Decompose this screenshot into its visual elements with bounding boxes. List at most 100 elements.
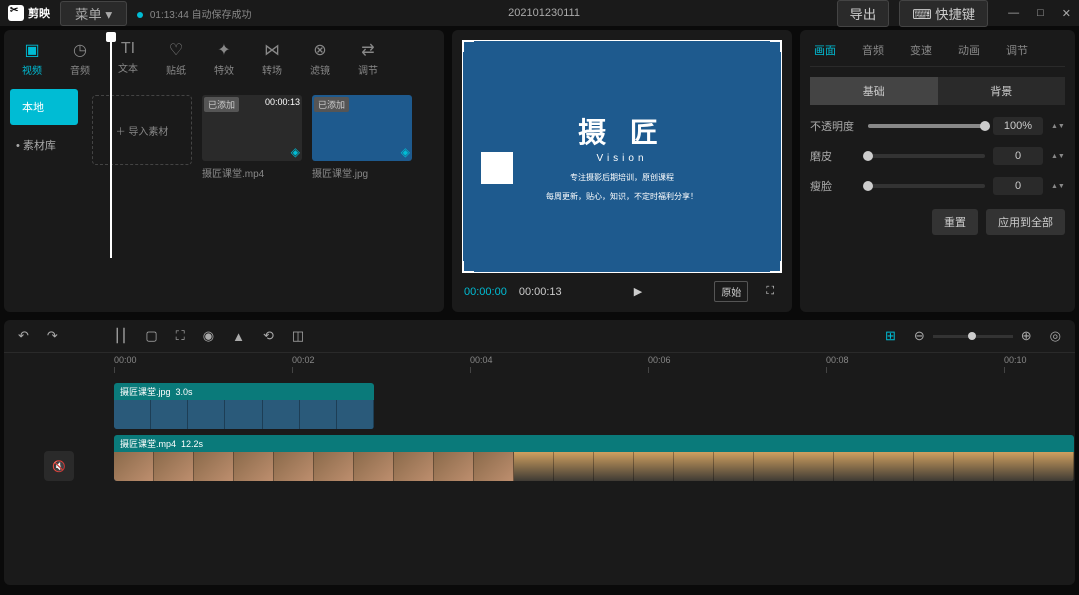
prop-tab-音频[interactable]: 音频 <box>858 40 888 60</box>
fit-icon[interactable]: ◎ <box>1050 328 1061 344</box>
subtab-background[interactable]: 背景 <box>938 77 1066 105</box>
tab-视频[interactable]: ▣视频 <box>14 36 50 81</box>
timeline-toolbar: ↶ ↷ ⎮⎮ ▢ ⛶ ◉ ▲ ⟲ ◫ ⊞ ⊖ ⊕ ◎ <box>4 320 1075 353</box>
property-subtabs: 基础 背景 <box>810 77 1065 105</box>
preview-controls: 00:00:00 00:00:13 ▶ 原始 ⛶ <box>462 273 782 302</box>
property-tabs: 画面音频变速动画调节 <box>810 40 1065 67</box>
crop2-icon[interactable]: ◫ <box>292 328 304 344</box>
record-icon[interactable]: ◉ <box>203 328 214 344</box>
close-icon[interactable]: ✕ <box>1062 7 1071 20</box>
face-value: 0 <box>993 177 1043 195</box>
side-tab-local[interactable]: 本地 <box>10 89 78 125</box>
snap-icon[interactable]: ⊞ <box>885 328 896 344</box>
mute-icon[interactable]: 🔇 <box>44 451 74 481</box>
duration-label: 00:00:13 <box>265 97 300 107</box>
tab-icon: ▣ <box>24 40 39 60</box>
reset-button[interactable]: 重置 <box>932 209 978 235</box>
stepper-icon[interactable]: ▲▼ <box>1051 183 1065 190</box>
face-slider[interactable] <box>868 184 985 188</box>
minimize-icon[interactable]: — <box>1008 7 1019 20</box>
prop-tab-变速[interactable]: 变速 <box>906 40 936 60</box>
media-panel: ▣视频 ◷音频 TI文本 ♡贴纸 ✦特效 ⋈转场 ⊗滤镜 ⇄调节 本地 • 素材库 ＋ 导入素… <box>4 30 444 312</box>
clip-video[interactable]: 摄匠课堂.mp4 12.2s <box>114 435 1074 481</box>
stepper-icon[interactable]: ▲▼ <box>1051 153 1065 160</box>
properties-panel: 画面音频变速动画调节 基础 背景 不透明度 100% ▲▼ 磨皮 0 ▲▼ 瘦脸… <box>800 30 1075 312</box>
split-icon[interactable]: ⎮⎮ <box>114 328 128 344</box>
ratio-button[interactable]: 原始 <box>714 281 748 302</box>
preview-canvas[interactable]: 摄 匠 Vision 专注摄影后期培训，原创课程 每周更新，贴心，知识，不定时福… <box>462 40 782 273</box>
tab-滤镜[interactable]: ⊗滤镜 <box>302 36 338 81</box>
tick: 00:08 <box>826 355 849 365</box>
media-item[interactable]: 已添加◈ 摄匠课堂.jpg <box>312 95 412 180</box>
project-name: 202101230111 <box>262 7 827 19</box>
prop-tab-动画[interactable]: 动画 <box>954 40 984 60</box>
prop-tab-调节[interactable]: 调节 <box>1002 40 1032 60</box>
tab-icon: TI <box>121 40 135 58</box>
rotate-icon[interactable]: ⟲ <box>263 328 274 344</box>
handle-tl-icon[interactable] <box>462 40 474 52</box>
preview-text2: 每周更新，贴心，知识，不定时福利分享！ <box>546 191 698 202</box>
menu-button[interactable]: 菜单 ▾ <box>60 1 127 26</box>
preview-logo: 摄 匠 <box>578 111 666 151</box>
undo-icon[interactable]: ↶ <box>18 328 29 344</box>
maximize-icon[interactable]: □ <box>1037 7 1044 20</box>
playhead[interactable] <box>110 38 112 258</box>
import-button[interactable]: ＋ 导入素材 <box>92 95 192 165</box>
media-item[interactable]: 已添加00:00:13◈ 摄匠课堂.mp4 <box>202 95 302 180</box>
preview-panel: 摄 匠 Vision 专注摄影后期培训，原创课程 每周更新，贴心，知识，不定时福… <box>452 30 792 312</box>
tab-音频[interactable]: ◷音频 <box>62 36 98 81</box>
zoom-slider[interactable] <box>933 335 1013 338</box>
tab-文本[interactable]: TI文本 <box>110 36 146 81</box>
mirror-icon[interactable]: ▲ <box>232 329 245 344</box>
tick: 00:04 <box>470 355 493 365</box>
subtab-basic[interactable]: 基础 <box>810 77 938 105</box>
tab-特效[interactable]: ✦特效 <box>206 36 242 81</box>
prop-tab-画面[interactable]: 画面 <box>810 40 840 60</box>
skin-label: 磨皮 <box>810 148 860 164</box>
tab-icon: ♡ <box>169 40 183 60</box>
tab-icon: ⇄ <box>361 40 374 60</box>
zoom-in-icon[interactable]: ⊕ <box>1021 328 1032 344</box>
side-tabs: 本地 • 素材库 <box>4 87 84 312</box>
redo-icon[interactable]: ↷ <box>47 328 58 344</box>
qr-icon <box>481 152 513 184</box>
media-tabs: ▣视频 ◷音频 TI文本 ♡贴纸 ✦特效 ⋈转场 ⊗滤镜 ⇄调节 <box>4 30 444 87</box>
tab-调节[interactable]: ⇄调节 <box>350 36 386 81</box>
tab-icon: ◷ <box>73 40 87 60</box>
play-icon[interactable]: ▶ <box>628 283 648 300</box>
tick: 00:10 <box>1004 355 1027 365</box>
handle-bl-icon[interactable] <box>462 261 474 273</box>
app-name: 剪映 <box>28 5 50 21</box>
tab-icon: ✦ <box>217 40 230 60</box>
added-badge: 已添加 <box>314 97 349 112</box>
stepper-icon[interactable]: ▲▼ <box>1051 123 1065 130</box>
side-tab-library[interactable]: • 素材库 <box>4 127 84 163</box>
handle-tr-icon[interactable] <box>770 40 782 52</box>
zoom-control: ⊖ ⊕ <box>914 328 1032 344</box>
save-dot-icon <box>137 12 143 18</box>
titlebar: 剪映 菜单 ▾ 01:13:44 自动保存成功 202101230111 导出 … <box>0 0 1079 26</box>
handle-br-icon[interactable] <box>770 261 782 273</box>
skin-row: 磨皮 0 ▲▼ <box>810 147 1065 165</box>
delete-icon[interactable]: ▢ <box>145 328 157 344</box>
skin-slider[interactable] <box>868 154 985 158</box>
timeline-panel: ↶ ↷ ⎮⎮ ▢ ⛶ ◉ ▲ ⟲ ◫ ⊞ ⊖ ⊕ ◎ 00:0000:0200:… <box>4 320 1075 585</box>
fullscreen-icon[interactable]: ⛶ <box>760 283 780 300</box>
preview-subtitle: Vision <box>596 153 647 164</box>
logo-icon <box>8 5 24 21</box>
shortcut-button[interactable]: ⌨ 快捷键 <box>899 0 988 27</box>
timeline-ruler[interactable]: 00:0000:0200:0400:0600:0800:10 <box>114 353 1075 373</box>
tab-贴纸[interactable]: ♡贴纸 <box>158 36 194 81</box>
export-button[interactable]: 导出 <box>837 0 890 27</box>
clip-image[interactable]: 摄匠课堂.jpg 3.0s <box>114 383 374 429</box>
opacity-slider[interactable] <box>868 124 985 128</box>
crop-icon[interactable]: ⛶ <box>176 328 185 344</box>
time-current: 00:00:00 <box>464 286 507 298</box>
app-logo: 剪映 <box>8 5 50 21</box>
skin-value: 0 <box>993 147 1043 165</box>
preview-text1: 专注摄影后期培训，原创课程 <box>570 172 674 183</box>
zoom-out-icon[interactable]: ⊖ <box>914 328 925 344</box>
tab-转场[interactable]: ⋈转场 <box>254 36 290 81</box>
opacity-label: 不透明度 <box>810 118 860 134</box>
apply-all-button[interactable]: 应用到全部 <box>986 209 1065 235</box>
